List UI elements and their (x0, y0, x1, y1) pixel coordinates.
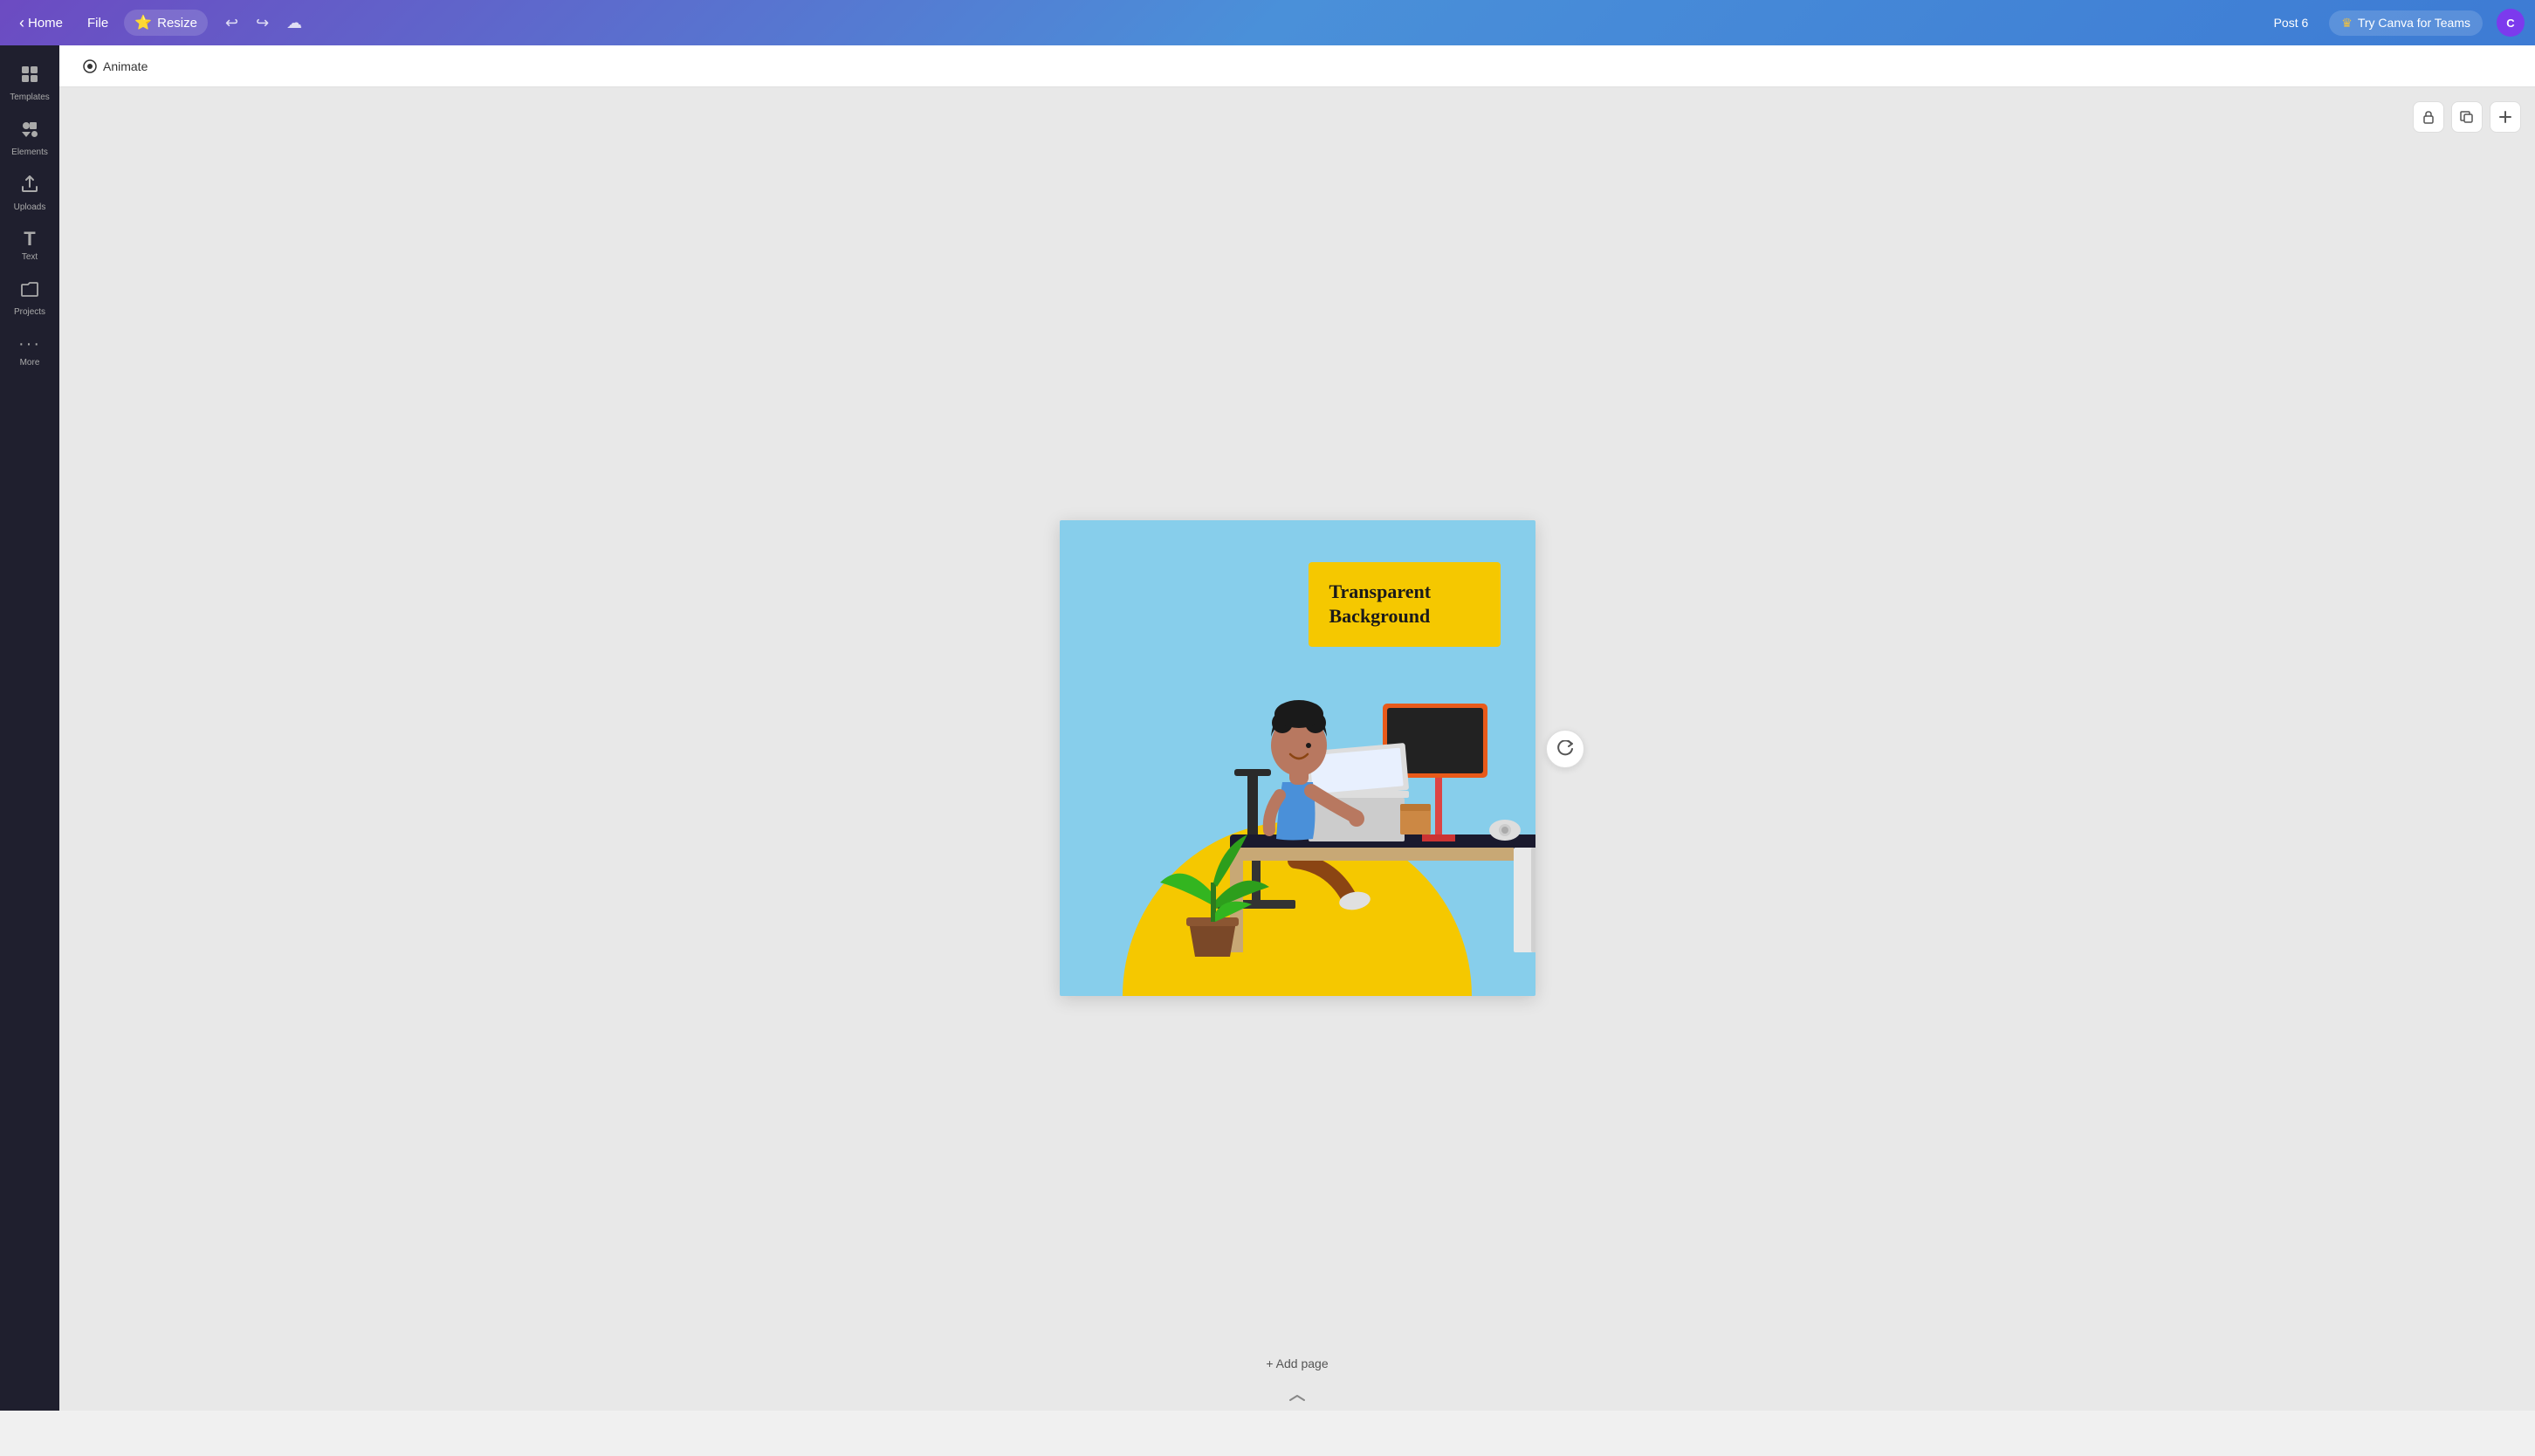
animate-icon (82, 58, 98, 74)
canvas-container[interactable]: Transparent Background (59, 87, 2535, 1411)
main-area: Animate (59, 45, 2535, 1411)
top-nav: ‹ Home File ⭐ Resize ↩ ↪ ☁ Post 6 ♛ Try … (0, 0, 2535, 45)
more-label: More (20, 358, 40, 367)
chevron-up-icon (1287, 1393, 1308, 1404)
app-layout: Templates Elements Uploads (0, 45, 2535, 1411)
sidebar-item-elements[interactable]: Elements (0, 111, 59, 166)
cloud-save-button[interactable]: ☁ (279, 10, 309, 36)
animate-button[interactable]: Animate (73, 55, 156, 78)
home-button[interactable]: ‹ Home (10, 10, 72, 36)
undo-button[interactable]: ↩ (218, 10, 245, 36)
post-label: Post 6 (2274, 16, 2309, 30)
avatar[interactable]: C (2497, 9, 2525, 37)
resize-button[interactable]: ⭐ Resize (124, 10, 208, 36)
redo-button[interactable]: ↪ (249, 10, 276, 36)
file-button[interactable]: File (79, 12, 117, 34)
resize-icon: ⭐ (134, 14, 152, 31)
try-canva-button[interactable]: ♛ Try Canva for Teams (2329, 10, 2483, 36)
chevron-left-icon: ‹ (19, 14, 24, 32)
add-page-area: + Add page (1241, 1337, 1352, 1390)
canvas-wrapper: Transparent Background (1060, 503, 1535, 996)
text-label: Text (22, 252, 38, 262)
add-page-button[interactable]: + Add page (1255, 1351, 1338, 1376)
crown-icon: ♛ (2341, 16, 2353, 31)
duplicate-icon (2460, 110, 2474, 124)
templates-label: Templates (10, 93, 50, 102)
canvas-toolbar (2413, 101, 2521, 133)
add-icon (2498, 110, 2512, 124)
more-icon: ··· (18, 334, 41, 354)
duplicate-button[interactable] (2451, 101, 2483, 133)
refresh-icon (1556, 740, 1574, 758)
projects-label: Projects (14, 307, 45, 317)
sidebar-item-templates[interactable]: Templates (0, 56, 59, 111)
desk-illustration (1060, 520, 1535, 996)
sidebar-item-projects[interactable]: Projects (0, 271, 59, 326)
elements-label: Elements (11, 148, 48, 157)
add-page-label: + Add page (1266, 1356, 1328, 1370)
file-label: File (87, 16, 108, 31)
lock-button[interactable] (2413, 101, 2444, 133)
text-icon: T (24, 230, 35, 249)
templates-icon (20, 65, 39, 89)
uploads-icon (20, 175, 39, 199)
add-page-icon-button[interactable] (2490, 101, 2521, 133)
bottom-chevron[interactable] (1283, 1390, 1311, 1407)
toolbar: Animate (59, 45, 2535, 87)
try-canva-label: Try Canva for Teams (2358, 16, 2470, 30)
elements-icon (20, 120, 39, 144)
sidebar: Templates Elements Uploads (0, 45, 59, 1411)
canvas-frame[interactable]: Transparent Background (1060, 520, 1535, 996)
uploads-label: Uploads (14, 203, 46, 212)
projects-icon (20, 279, 39, 304)
animate-label: Animate (103, 59, 148, 73)
sidebar-item-text[interactable]: T Text (0, 221, 59, 271)
undo-redo-actions: ↩ ↪ ☁ (218, 10, 309, 36)
sidebar-item-uploads[interactable]: Uploads (0, 166, 59, 221)
resize-label: Resize (157, 16, 197, 31)
home-label: Home (28, 16, 63, 31)
lock-icon (2422, 110, 2435, 124)
refresh-button[interactable] (1546, 730, 1584, 768)
sidebar-item-more[interactable]: ··· More (0, 326, 59, 376)
